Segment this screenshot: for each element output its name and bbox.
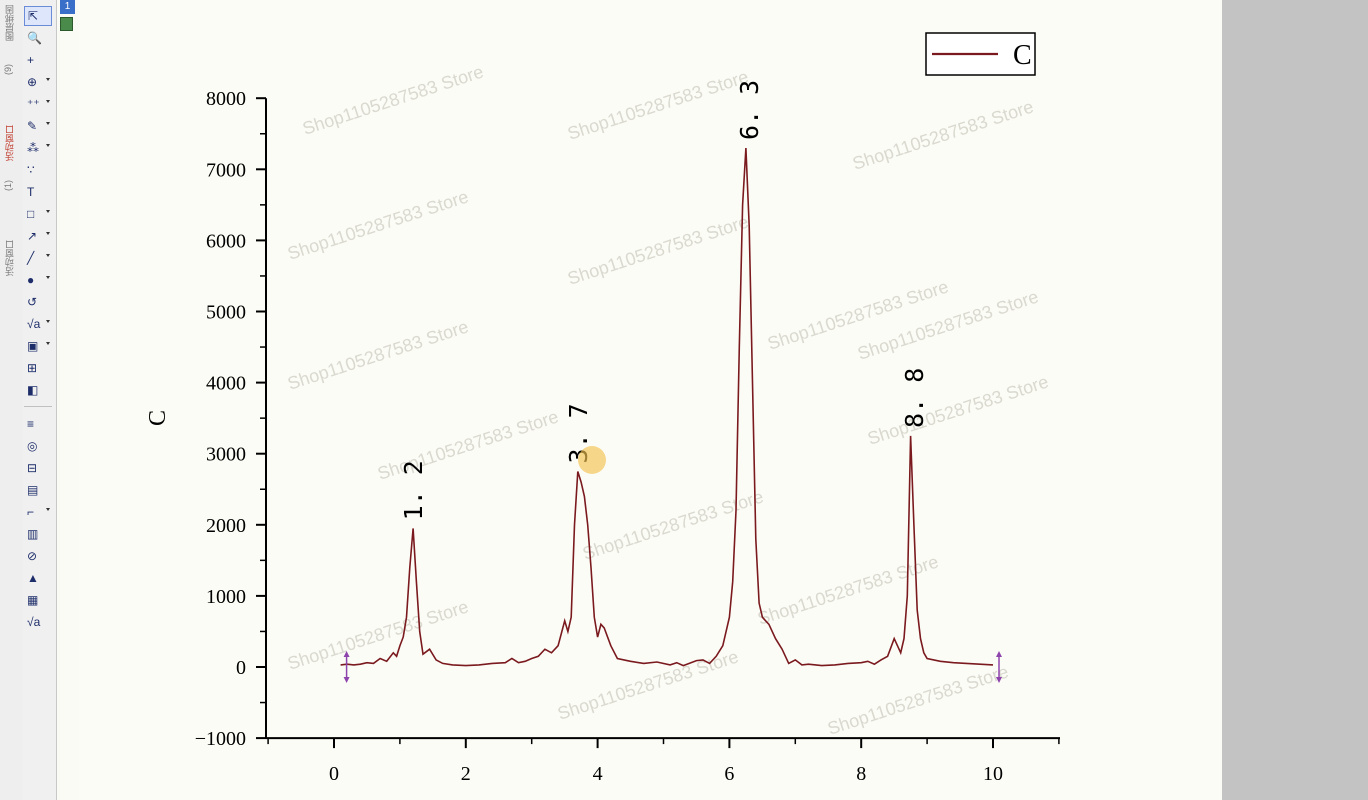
x-tick-label: 0	[329, 763, 339, 785]
peak-label[interactable]: 6. 3	[735, 80, 764, 140]
legend[interactable]: C	[925, 32, 1036, 76]
watermark-text: Shop1105287583 Store	[300, 61, 486, 138]
y-tick-label: 1000	[206, 586, 246, 608]
legend-label-c: C	[1013, 40, 1032, 71]
watermark-text: Shop1105287583 Store	[865, 371, 1051, 448]
y-tick-label: 4000	[206, 373, 246, 395]
x-tick-label: 10	[983, 763, 1003, 785]
peak-annotations: 1. 23. 76. 38. 8	[399, 80, 929, 521]
y-tick-label: 8000	[206, 88, 246, 110]
peak-label[interactable]: 8. 8	[900, 368, 929, 428]
watermark-text: Shop1105287583 Store	[850, 96, 1036, 173]
x-tick-label: 2	[461, 763, 471, 785]
watermark-layer: Shop1105287583 Store Shop1105287583 Store…	[285, 61, 1051, 738]
watermark-text: Shop1105287583 Store	[825, 661, 1011, 738]
series-line-c[interactable]	[340, 147, 994, 667]
watermark-text: Shop1105287583 Store	[755, 551, 941, 628]
y-tick-label: 6000	[206, 230, 246, 252]
y-tick-label: −1000	[195, 728, 246, 750]
watermark-text: Shop1105287583 Store	[285, 596, 471, 673]
watermark-text: Shop1105287583 Store	[285, 316, 471, 393]
watermark-text: Shop1105287583 Store	[580, 486, 766, 563]
y-axis-title: C	[145, 410, 171, 426]
peak-label[interactable]: 1. 2	[399, 460, 428, 520]
x-tick-label: 4	[593, 763, 603, 785]
x-tick-label: 8	[856, 763, 866, 785]
watermark-text: Shop1105287583 Store	[565, 211, 751, 288]
y-axis-title-group: C	[145, 410, 171, 426]
range-marker-arrow-down-icon	[343, 677, 350, 683]
watermark-text: Shop1105287583 Store	[565, 66, 751, 143]
y-tick-label: 5000	[206, 302, 246, 324]
cursor-highlight	[578, 446, 606, 474]
y-tick-label: 3000	[206, 444, 246, 466]
watermark-text: Shop1105287583 Store	[285, 186, 471, 263]
range-marker-arrow-up-icon	[996, 651, 1002, 657]
y-tick-label: 2000	[206, 515, 246, 537]
y-tick-label: 0	[236, 657, 246, 679]
y-tick-label: 7000	[206, 159, 246, 181]
watermark-text: Shop1105287583 Store	[555, 646, 741, 723]
line-chart[interactable]: Shop1105287583 Store Shop1105287583 Store…	[0, 0, 1368, 800]
x-tick-label: 6	[724, 763, 734, 785]
